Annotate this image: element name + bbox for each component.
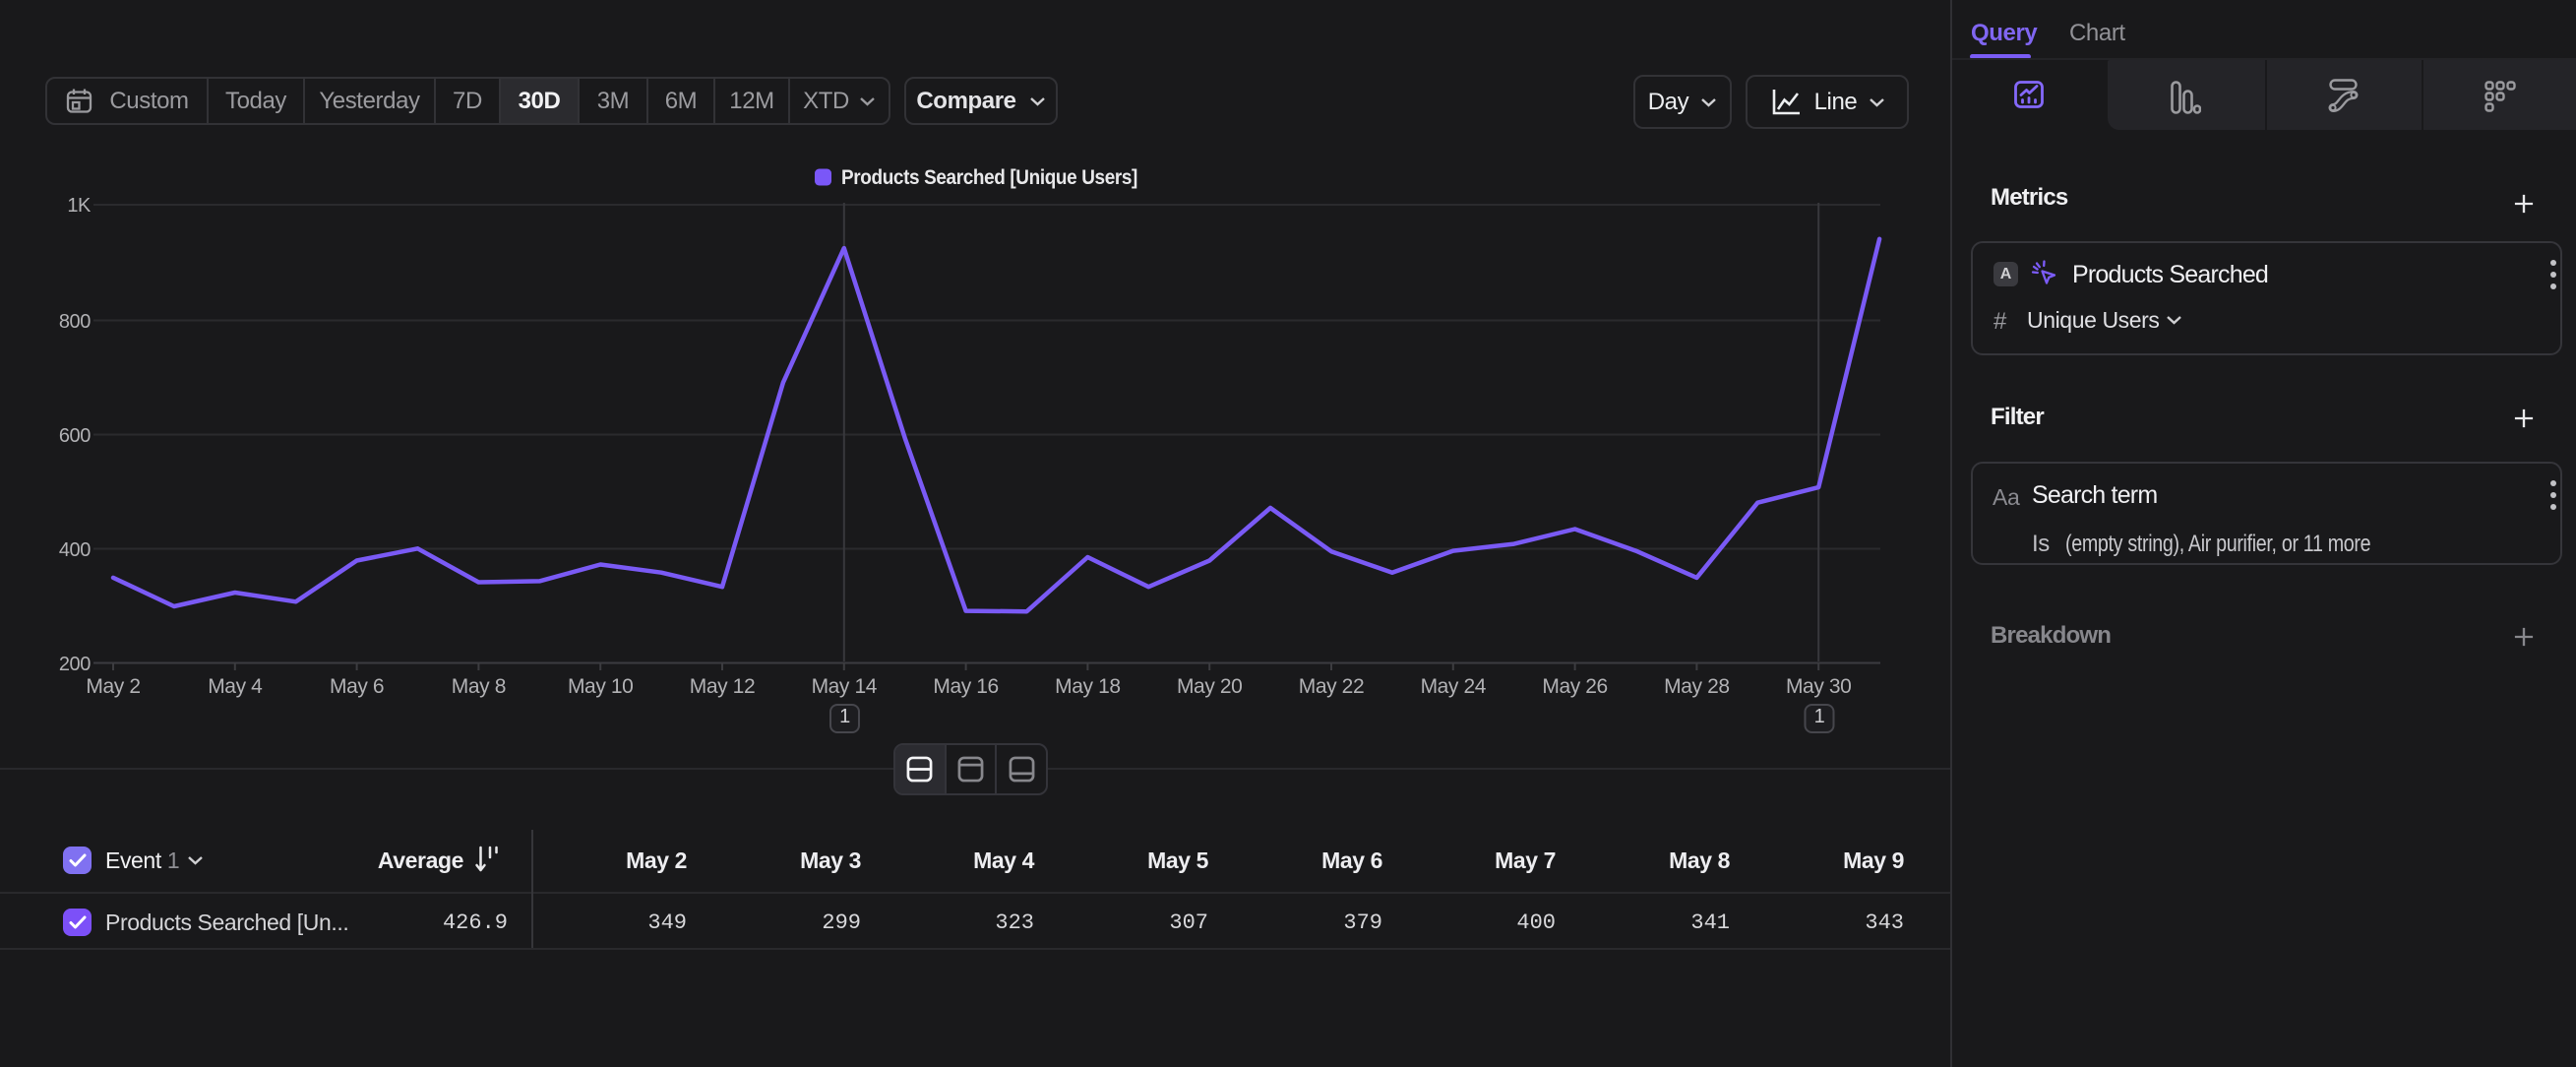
svg-text:May 30: May 30	[1786, 675, 1851, 698]
svg-text:1: 1	[839, 706, 850, 727]
svg-text:1: 1	[1814, 706, 1825, 727]
svg-text:1K: 1K	[67, 195, 92, 217]
svg-text:Products Searched [Unique User: Products Searched [Unique Users]	[841, 166, 1137, 189]
svg-text:May 18: May 18	[1055, 675, 1120, 698]
svg-text:May 8: May 8	[452, 675, 506, 698]
svg-text:May 2: May 2	[86, 675, 140, 698]
svg-text:May 16: May 16	[933, 675, 998, 698]
svg-text:May 6: May 6	[330, 675, 384, 698]
svg-text:May 28: May 28	[1664, 675, 1729, 698]
svg-text:400: 400	[59, 539, 91, 561]
svg-text:May 26: May 26	[1542, 675, 1607, 698]
svg-text:May 20: May 20	[1177, 675, 1242, 698]
svg-text:200: 200	[59, 654, 91, 675]
svg-text:800: 800	[59, 311, 91, 333]
svg-text:May 10: May 10	[568, 675, 633, 698]
svg-text:May 22: May 22	[1299, 675, 1364, 698]
svg-text:May 14: May 14	[812, 675, 878, 698]
svg-text:May 4: May 4	[208, 675, 263, 698]
svg-text:May 24: May 24	[1421, 675, 1487, 698]
svg-text:May 12: May 12	[690, 675, 755, 698]
svg-text:600: 600	[59, 425, 91, 447]
